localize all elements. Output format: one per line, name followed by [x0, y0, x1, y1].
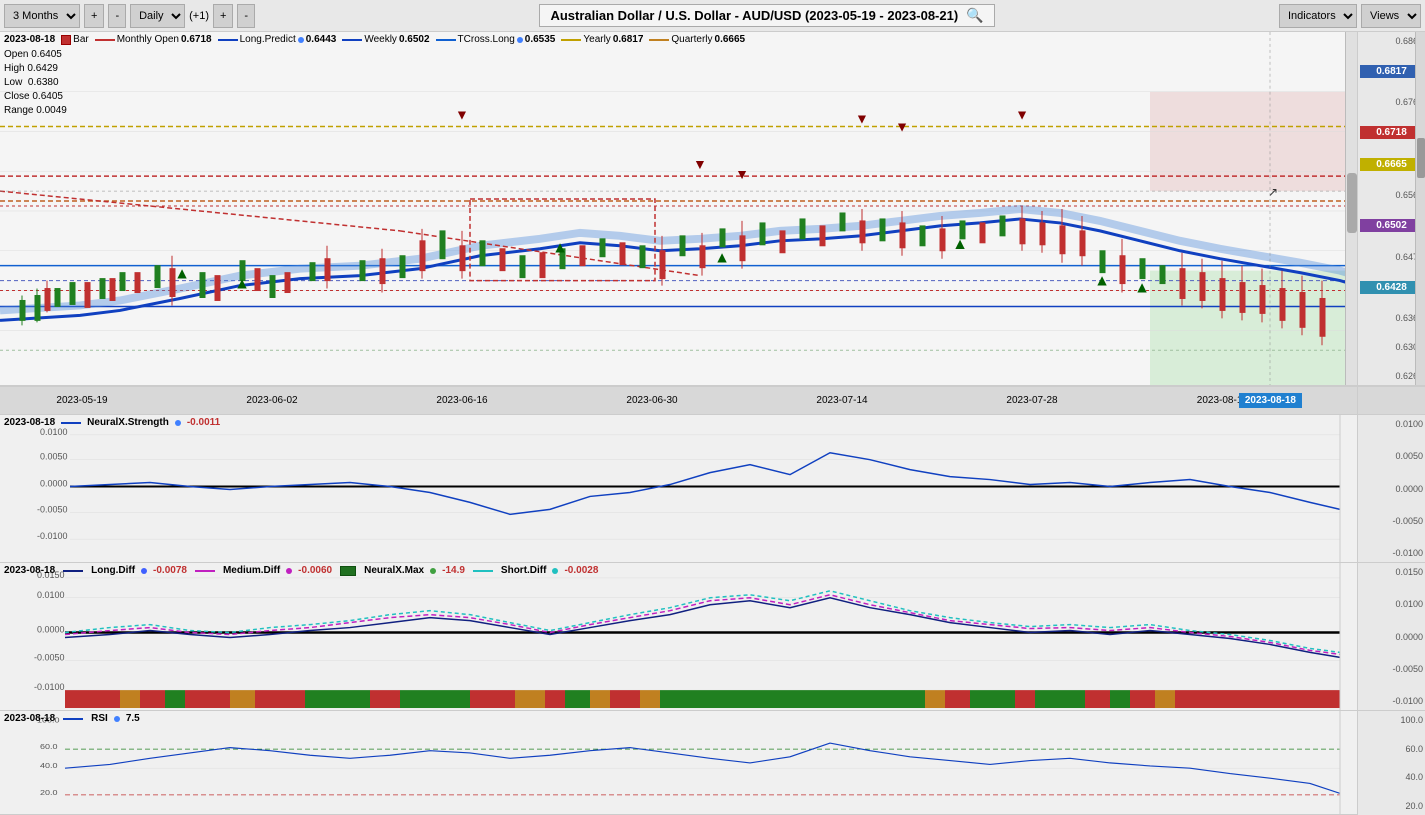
- price-level-6502: 0.6502: [1360, 219, 1423, 232]
- interval-change: (+1): [189, 10, 209, 22]
- price-chart[interactable]: 2023-08-18 Bar Monthly Open 0.6718 Long.…: [0, 32, 1357, 387]
- date-label-5: 2023-07-28: [1006, 395, 1057, 406]
- price-level-6428: 0.6428: [1360, 281, 1423, 294]
- current-date-label: 2023-08-18: [4, 34, 55, 45]
- rsi-panel[interactable]: 2023-08-18 RSI 7.5 ▼ ✕ 100.0 60.0 40.0 2…: [0, 711, 1357, 815]
- price-level-0: 0.6860: [1360, 36, 1423, 46]
- date-axis: 2023-05-19 2023-06-02 2023-06-16 2023-06…: [0, 387, 1357, 415]
- rsi-axis: 100.0 60.0 40.0 20.0: [1358, 711, 1425, 815]
- price-scrollbar[interactable]: [1415, 32, 1425, 385]
- svg-text:20.0: 20.0: [40, 789, 58, 797]
- diff-panel[interactable]: 2023-08-18 Long.Diff -0.0078 Medium.Diff…: [0, 563, 1357, 711]
- price-level-2: 0.6760: [1360, 97, 1423, 107]
- top-toolbar: 3 Months + - Daily (+1) + - Australian D…: [0, 0, 1425, 32]
- price-level-6718: 0.6718: [1360, 126, 1423, 139]
- rsi-header: 2023-08-18 RSI 7.5: [4, 713, 140, 724]
- price-level-10: 0.6300: [1360, 342, 1423, 352]
- neuralx-header: 2023-08-18 NeuralX.Strength -0.0011: [4, 417, 220, 428]
- svg-text:▲: ▲: [174, 266, 190, 283]
- date-label-2: 2023-06-16: [436, 395, 487, 406]
- tcross-legend: TCross.Long 0.6535: [436, 34, 556, 45]
- long-predict-legend: Long.Predict 0.6443: [218, 34, 337, 45]
- bar-legend: Bar: [61, 34, 89, 45]
- indicators-select[interactable]: Indicators: [1279, 4, 1357, 28]
- add-period-btn[interactable]: +: [84, 4, 104, 28]
- chart-scrollbar[interactable]: [1345, 32, 1357, 385]
- search-icon[interactable]: 🔍: [966, 7, 983, 24]
- price-level-6665: 0.6665: [1360, 158, 1423, 171]
- svg-text:▲: ▲: [1134, 280, 1150, 297]
- views-select[interactable]: Views: [1361, 4, 1421, 28]
- price-axis: 0.6860 0.6817 0.6760 0.6718 0.6665 0.656…: [1358, 32, 1425, 387]
- svg-text:0.0000: 0.0000: [40, 479, 67, 489]
- date-highlight: 2023-08-18: [1239, 393, 1302, 408]
- date-label-1: 2023-06-02: [246, 395, 297, 406]
- svg-text:▲: ▲: [552, 240, 568, 257]
- ohlc-info: Open 0.6405 High 0.6429 Low 0.6380 Close…: [4, 48, 67, 118]
- svg-text:▼: ▼: [735, 166, 749, 182]
- svg-text:▲: ▲: [714, 250, 730, 267]
- svg-text:▼: ▼: [693, 156, 707, 172]
- svg-text:▲: ▲: [234, 276, 250, 293]
- quarterly-legend: Quarterly 0.6665: [649, 34, 745, 45]
- yearly-legend: Yearly 0.6817: [561, 34, 643, 45]
- right-price-panel: 0.6860 0.6817 0.6760 0.6718 0.6665 0.656…: [1357, 32, 1425, 815]
- diff-svg: 0.0150 0.0100 0.0000 -0.0050 -0.0100: [0, 563, 1357, 710]
- svg-text:↗: ↗: [1268, 185, 1278, 199]
- price-chart-svg: ▼ ▼ ▼ ▼ ▼ ▼ ▲ ▲ ▲ ▲ ▲ ▲ ▲ ↗: [0, 32, 1357, 385]
- period-select[interactable]: 3 Months: [4, 4, 80, 28]
- chart-title-area: Australian Dollar / U.S. Dollar - AUD/US…: [259, 4, 1275, 27]
- diff-header: 2023-08-18 Long.Diff -0.0078 Medium.Diff…: [4, 565, 598, 576]
- chart-title: Australian Dollar / U.S. Dollar - AUD/US…: [550, 8, 958, 23]
- chart-legend: 2023-08-18 Bar Monthly Open 0.6718 Long.…: [4, 34, 1304, 45]
- price-level-5: 0.6560: [1360, 190, 1423, 200]
- date-label-0: 2023-05-19: [56, 395, 107, 406]
- svg-text:▲: ▲: [952, 236, 968, 253]
- main-area: 2023-08-18 Bar Monthly Open 0.6718 Long.…: [0, 32, 1425, 815]
- price-level-6817: 0.6817: [1360, 65, 1423, 78]
- date-label-3: 2023-06-30: [626, 395, 677, 406]
- chart-title-box: Australian Dollar / U.S. Dollar - AUD/US…: [539, 4, 994, 27]
- svg-text:0.0050: 0.0050: [40, 452, 67, 462]
- add-interval-btn[interactable]: +: [213, 4, 233, 28]
- diff-axis: 0.0150 0.0100 0.0000 -0.0050 -0.0100: [1358, 563, 1425, 711]
- svg-text:▼: ▼: [855, 111, 869, 127]
- date-axis-right: [1358, 387, 1425, 415]
- neuralx-svg: 0.0100 0.0050 0.0000 -0.0050 -0.0100: [0, 415, 1357, 562]
- price-level-7: 0.6470: [1360, 252, 1423, 262]
- svg-text:-0.0100: -0.0100: [34, 682, 64, 692]
- svg-text:60.0: 60.0: [40, 743, 58, 751]
- sub-period-btn[interactable]: -: [108, 4, 126, 28]
- svg-text:-0.0100: -0.0100: [37, 531, 67, 541]
- svg-text:▲: ▲: [1094, 273, 1110, 290]
- price-level-9: 0.6360: [1360, 313, 1423, 323]
- svg-text:0.0100: 0.0100: [40, 427, 67, 437]
- svg-text:0.0000: 0.0000: [37, 625, 64, 635]
- svg-text:▼: ▼: [1015, 107, 1029, 123]
- svg-text:▼: ▼: [895, 118, 909, 134]
- monthly-open-legend: Monthly Open 0.6718: [95, 34, 212, 45]
- rsi-svg: 100.0 60.0 40.0 20.0: [0, 711, 1357, 814]
- sub-interval-btn[interactable]: -: [237, 4, 255, 28]
- neuralx-panel[interactable]: 2023-08-18 NeuralX.Strength -0.0011 ▼ ✕ …: [0, 415, 1357, 563]
- date-label-4: 2023-07-14: [816, 395, 867, 406]
- interval-select[interactable]: Daily: [130, 4, 185, 28]
- svg-text:0.0100: 0.0100: [37, 590, 64, 600]
- neuralx-axis: 0.0100 0.0050 0.0000 -0.0050 -0.0100: [1358, 415, 1425, 563]
- svg-text:▼: ▼: [455, 107, 469, 123]
- price-level-11: 0.6260: [1360, 371, 1423, 381]
- weekly-legend: Weekly 0.6502: [342, 34, 429, 45]
- svg-text:-0.0050: -0.0050: [34, 652, 64, 662]
- svg-text:40.0: 40.0: [40, 762, 58, 770]
- charts-container: 2023-08-18 Bar Monthly Open 0.6718 Long.…: [0, 32, 1357, 815]
- svg-text:-0.0050: -0.0050: [37, 504, 67, 514]
